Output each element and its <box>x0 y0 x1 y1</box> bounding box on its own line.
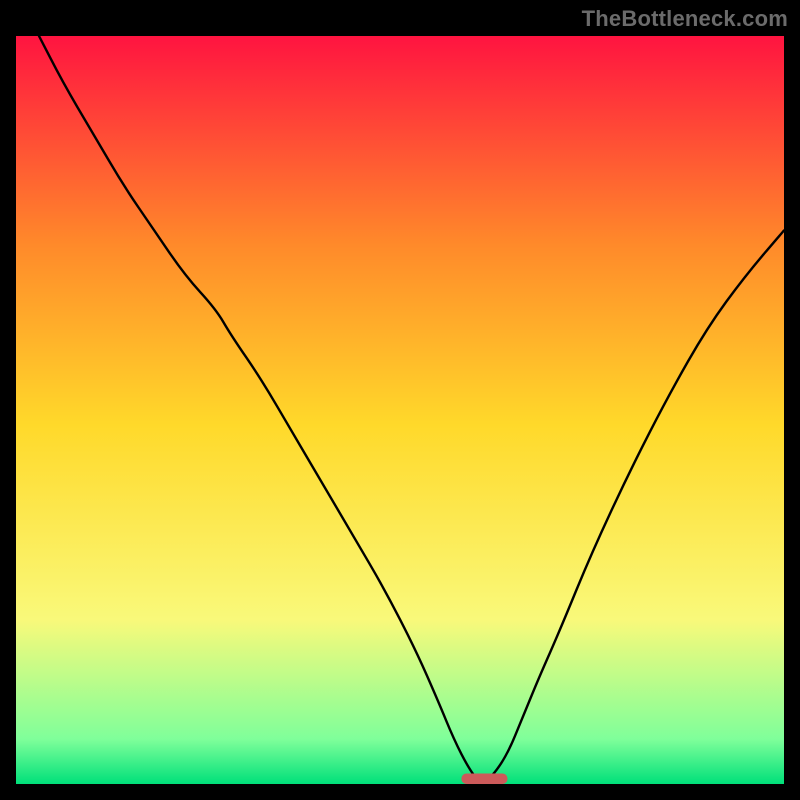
plot-svg <box>16 36 784 784</box>
watermark-text: TheBottleneck.com <box>582 6 788 32</box>
optimum-marker <box>461 774 507 785</box>
gradient-background <box>16 36 784 784</box>
chart-frame: TheBottleneck.com <box>0 0 800 800</box>
bottleneck-plot <box>16 36 784 784</box>
